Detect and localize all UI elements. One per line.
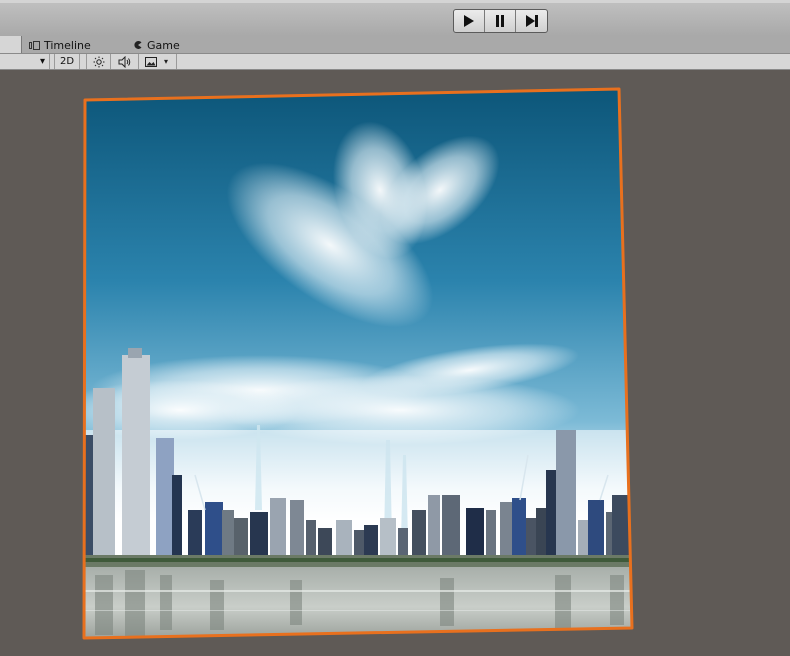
tab-timeline-label: Timeline <box>44 38 91 52</box>
tab-strip: Timeline Game <box>0 36 790 53</box>
play-toolbar <box>0 0 790 36</box>
game-icon <box>133 40 143 50</box>
image-icon <box>145 56 157 67</box>
tab-game[interactable]: Game <box>133 37 180 53</box>
display-dropdown[interactable]: ▾ <box>0 54 50 69</box>
audio-toggle[interactable] <box>111 54 139 69</box>
gizmos-dropdown[interactable]: ▾ <box>139 54 177 69</box>
sun-icon <box>93 56 104 67</box>
tab-timeline[interactable]: Timeline <box>29 37 91 53</box>
pause-icon <box>496 15 504 27</box>
tab-game-label: Game <box>147 38 180 52</box>
timeline-icon <box>29 40 40 50</box>
toggle-2d-label: 2D <box>59 56 75 67</box>
play-button[interactable] <box>454 10 485 32</box>
step-icon <box>525 15 538 27</box>
playback-controls <box>453 9 548 33</box>
game-view-viewport[interactable] <box>0 70 790 656</box>
gizmos-arrow-icon: ▾ <box>164 57 169 66</box>
lighting-toggle[interactable] <box>86 54 111 69</box>
tab-previous[interactable] <box>0 36 22 53</box>
speaker-icon <box>118 55 130 68</box>
play-icon <box>464 15 474 27</box>
scene-render <box>82 87 634 640</box>
dropdown-arrow-icon: ▾ <box>39 56 45 67</box>
editor-window: Timeline Game ▾ 2D ▾ <box>0 0 790 656</box>
step-button[interactable] <box>516 10 547 32</box>
toggle-2d-button[interactable]: 2D <box>54 54 80 69</box>
scene-image <box>84 89 632 638</box>
pause-button[interactable] <box>485 10 516 32</box>
game-view-toolbar: ▾ 2D ▾ <box>0 53 790 70</box>
